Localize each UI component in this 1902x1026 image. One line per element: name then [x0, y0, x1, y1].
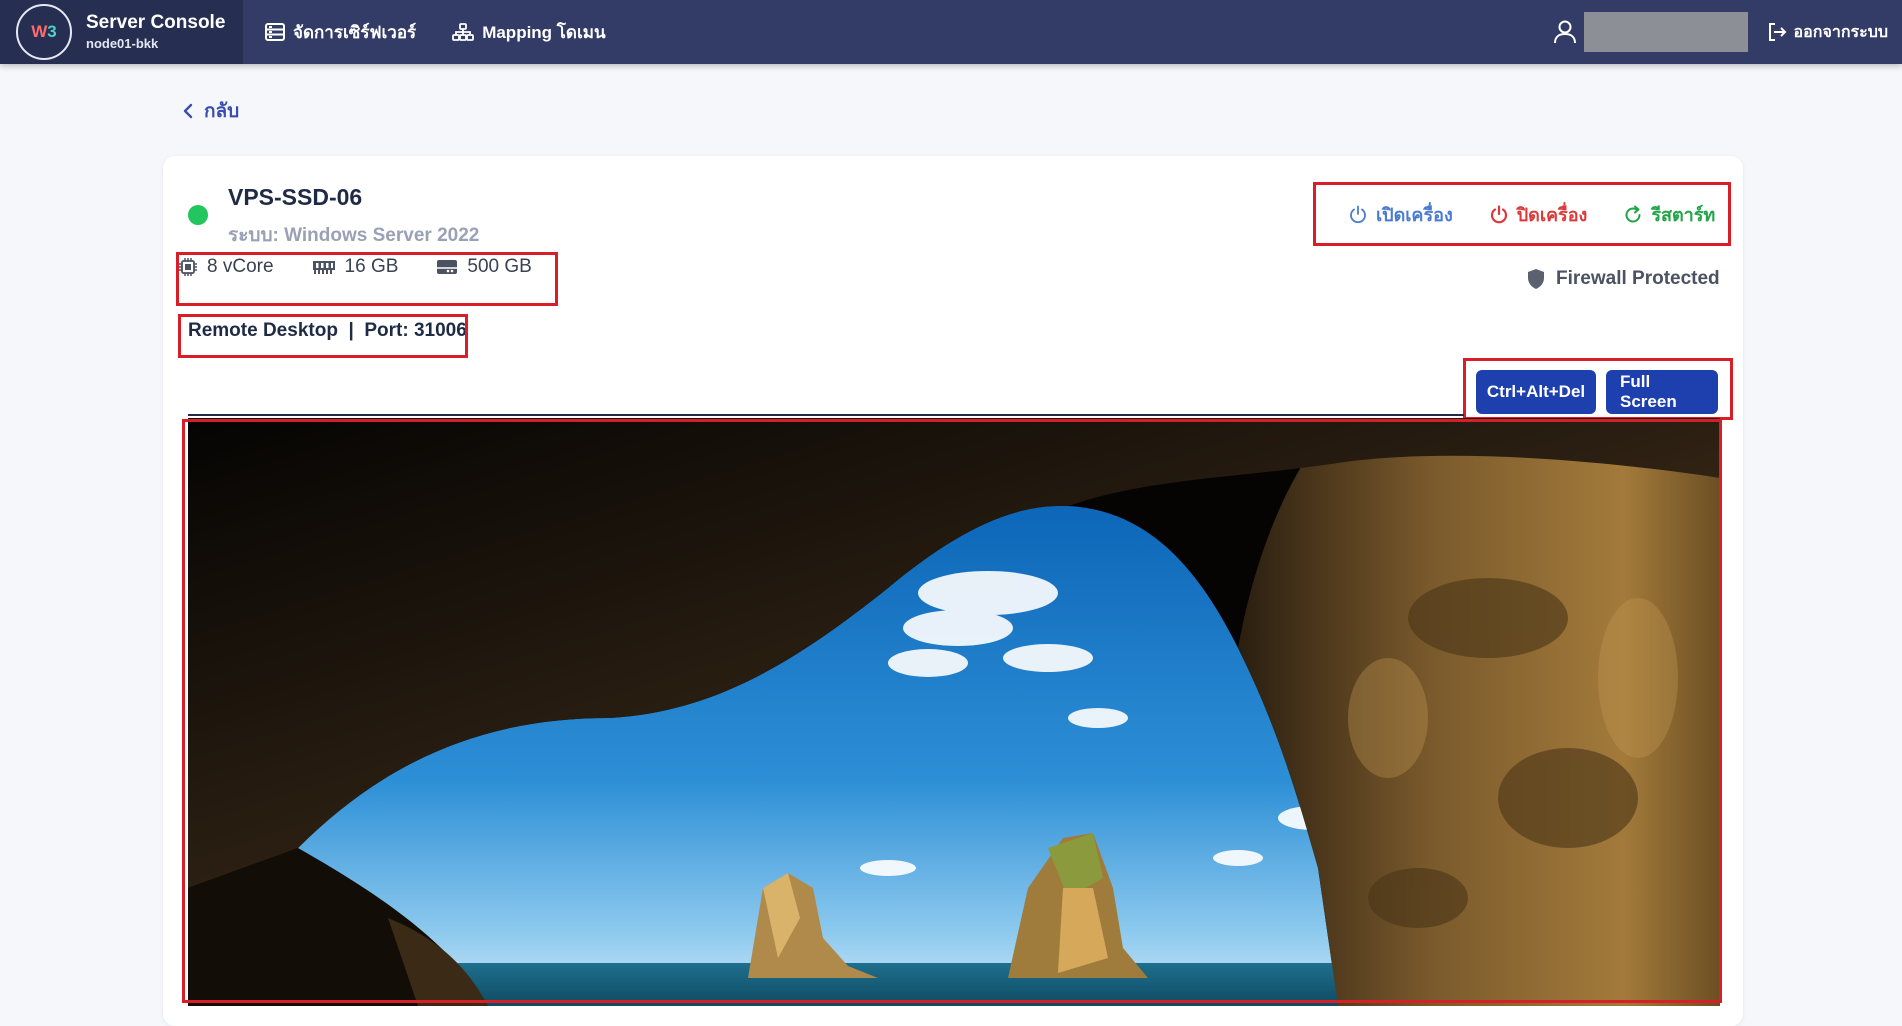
app-title: Server Console	[86, 11, 226, 33]
power-highlight-box	[1313, 182, 1731, 246]
logout-icon	[1768, 23, 1786, 41]
brand[interactable]: W3 Server Console node01-bkk	[0, 0, 243, 64]
logout-button[interactable]: ออกจากระบบ	[1766, 20, 1888, 45]
user-icon[interactable]	[1552, 19, 1578, 45]
top-navbar: W3 Server Console node01-bkk จัดการเซิร์…	[0, 0, 1902, 64]
back-link[interactable]: กลับ	[182, 96, 239, 126]
logout-label: ออกจากระบบ	[1793, 23, 1888, 41]
connection-highlight-box	[178, 314, 468, 358]
nav-domain-mapping-label: Mapping โดเมน	[482, 22, 606, 42]
server-list-icon	[265, 23, 285, 41]
actions-highlight-box	[1463, 358, 1733, 420]
node-name: node01-bkk	[86, 35, 159, 51]
nav-domain-mapping[interactable]: Mapping โดเมน	[452, 19, 606, 46]
screen-highlight-box	[182, 419, 1722, 1003]
firewall-status: Firewall Protected	[1526, 268, 1720, 290]
screen-top-border	[188, 414, 1464, 416]
username-redacted	[1583, 12, 1748, 52]
server-name: VPS-SSD-06	[228, 184, 363, 210]
status-indicator	[188, 205, 208, 225]
nav-manage-servers-label: จัดการเซิร์ฟเวอร์	[293, 22, 417, 42]
shield-icon	[1528, 269, 1544, 289]
back-label: กลับ	[204, 101, 240, 122]
nav-manage-servers[interactable]: จัดการเซิร์ฟเวอร์	[265, 19, 416, 46]
os-info: ระบบ: Windows Server 2022	[228, 225, 480, 246]
specs-highlight-box	[176, 252, 558, 306]
sitemap-icon	[452, 23, 475, 41]
chevron-left-icon	[183, 103, 193, 119]
logo: W3	[16, 4, 72, 60]
firewall-label: Firewall Protected	[1556, 268, 1720, 289]
